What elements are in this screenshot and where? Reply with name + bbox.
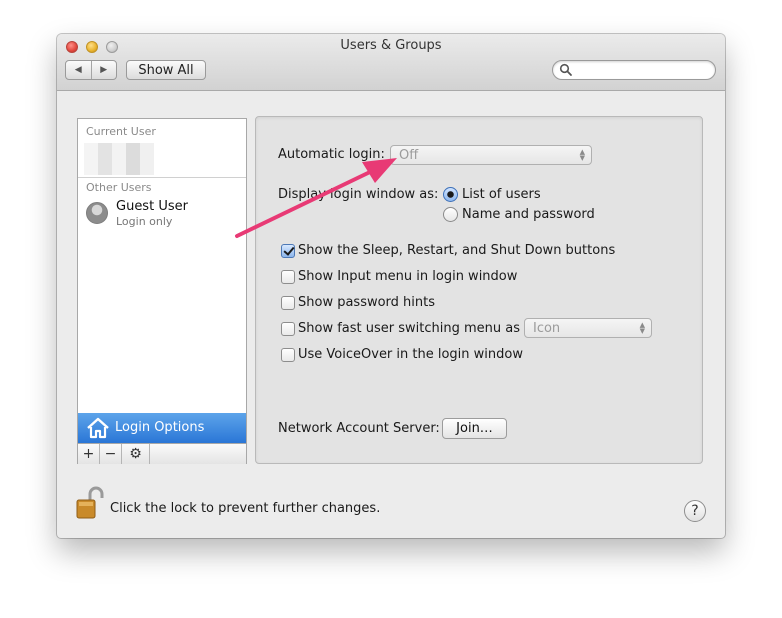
- checkbox-sleep-restart-shutdown[interactable]: [281, 244, 295, 258]
- sidebar-item-guest-user[interactable]: Guest User Login only: [86, 199, 236, 233]
- fast-user-switching-value: Icon: [533, 321, 561, 336]
- current-user-heading: Current User: [86, 125, 156, 138]
- radio-name-and-password[interactable]: [443, 207, 458, 222]
- automatic-login-value: Off: [399, 148, 419, 163]
- display-login-label: Display login window as:: [278, 187, 439, 202]
- checkbox-password-hints[interactable]: [281, 296, 295, 310]
- popup-arrows-icon: ▲ ▼: [639, 321, 645, 335]
- lock-open-icon[interactable]: [75, 486, 105, 520]
- sidebar-toolbar: + − ⚙: [78, 443, 246, 464]
- radio-list-of-users[interactable]: [443, 187, 458, 202]
- lock-status-text: Click the lock to prevent further change…: [110, 501, 381, 516]
- login-options-panel: Automatic login: Off ▲ ▼ Display login wi…: [255, 116, 703, 464]
- network-account-server-label: Network Account Server:: [278, 421, 440, 436]
- remove-user-button[interactable]: −: [100, 444, 122, 464]
- avatar: [86, 202, 108, 224]
- automatic-login-popup[interactable]: Off ▲ ▼: [390, 145, 592, 165]
- show-all-button[interactable]: Show All: [126, 60, 206, 80]
- checkbox-input-menu[interactable]: [281, 270, 295, 284]
- voiceover-label: Use VoiceOver in the login window: [298, 347, 523, 362]
- sidebar-divider: [78, 177, 246, 178]
- password-hints-label: Show password hints: [298, 295, 436, 310]
- checkbox-voiceover[interactable]: [281, 348, 295, 362]
- other-users-heading: Other Users: [86, 181, 152, 194]
- guest-user-name: Guest User: [116, 199, 188, 214]
- popup-arrows-icon: ▲ ▼: [579, 148, 585, 162]
- input-menu-label: Show Input menu in login window: [298, 269, 518, 284]
- search-field[interactable]: [552, 60, 716, 80]
- automatic-login-label: Automatic login:: [278, 147, 385, 162]
- add-user-button[interactable]: +: [78, 444, 100, 464]
- sidebar-item-login-options[interactable]: Login Options: [78, 413, 246, 443]
- back-forward-control: ◀ ▶: [65, 60, 117, 80]
- forward-button[interactable]: ▶: [90, 61, 117, 79]
- fast-user-switching-popup[interactable]: Icon ▲ ▼: [524, 318, 652, 338]
- guest-user-subtitle: Login only: [116, 215, 173, 228]
- window-title: Users & Groups: [340, 38, 442, 53]
- house-icon: [87, 417, 109, 439]
- gear-icon[interactable]: ⚙: [122, 444, 150, 464]
- current-user-blurred[interactable]: [84, 143, 154, 175]
- sleep-restart-shutdown-label: Show the Sleep, Restart, and Shut Down b…: [298, 243, 616, 258]
- users-groups-window: Users & Groups ◀ ▶ Show All Current User…: [57, 34, 725, 538]
- join-button[interactable]: Join…: [442, 418, 507, 439]
- name-and-password-label: Name and password: [462, 207, 595, 222]
- title-bar: Users & Groups ◀ ▶ Show All: [57, 34, 725, 91]
- search-icon: [559, 63, 572, 76]
- checkbox-fast-user-switching[interactable]: [281, 322, 295, 336]
- back-button[interactable]: ◀: [66, 61, 91, 79]
- users-sidebar: Current User Other Users Guest User Logi…: [77, 118, 247, 464]
- fast-user-switching-label: Show fast user switching menu as: [298, 321, 520, 336]
- list-of-users-label: List of users: [462, 187, 541, 202]
- help-button[interactable]: ?: [684, 500, 706, 522]
- login-options-label: Login Options: [115, 420, 205, 435]
